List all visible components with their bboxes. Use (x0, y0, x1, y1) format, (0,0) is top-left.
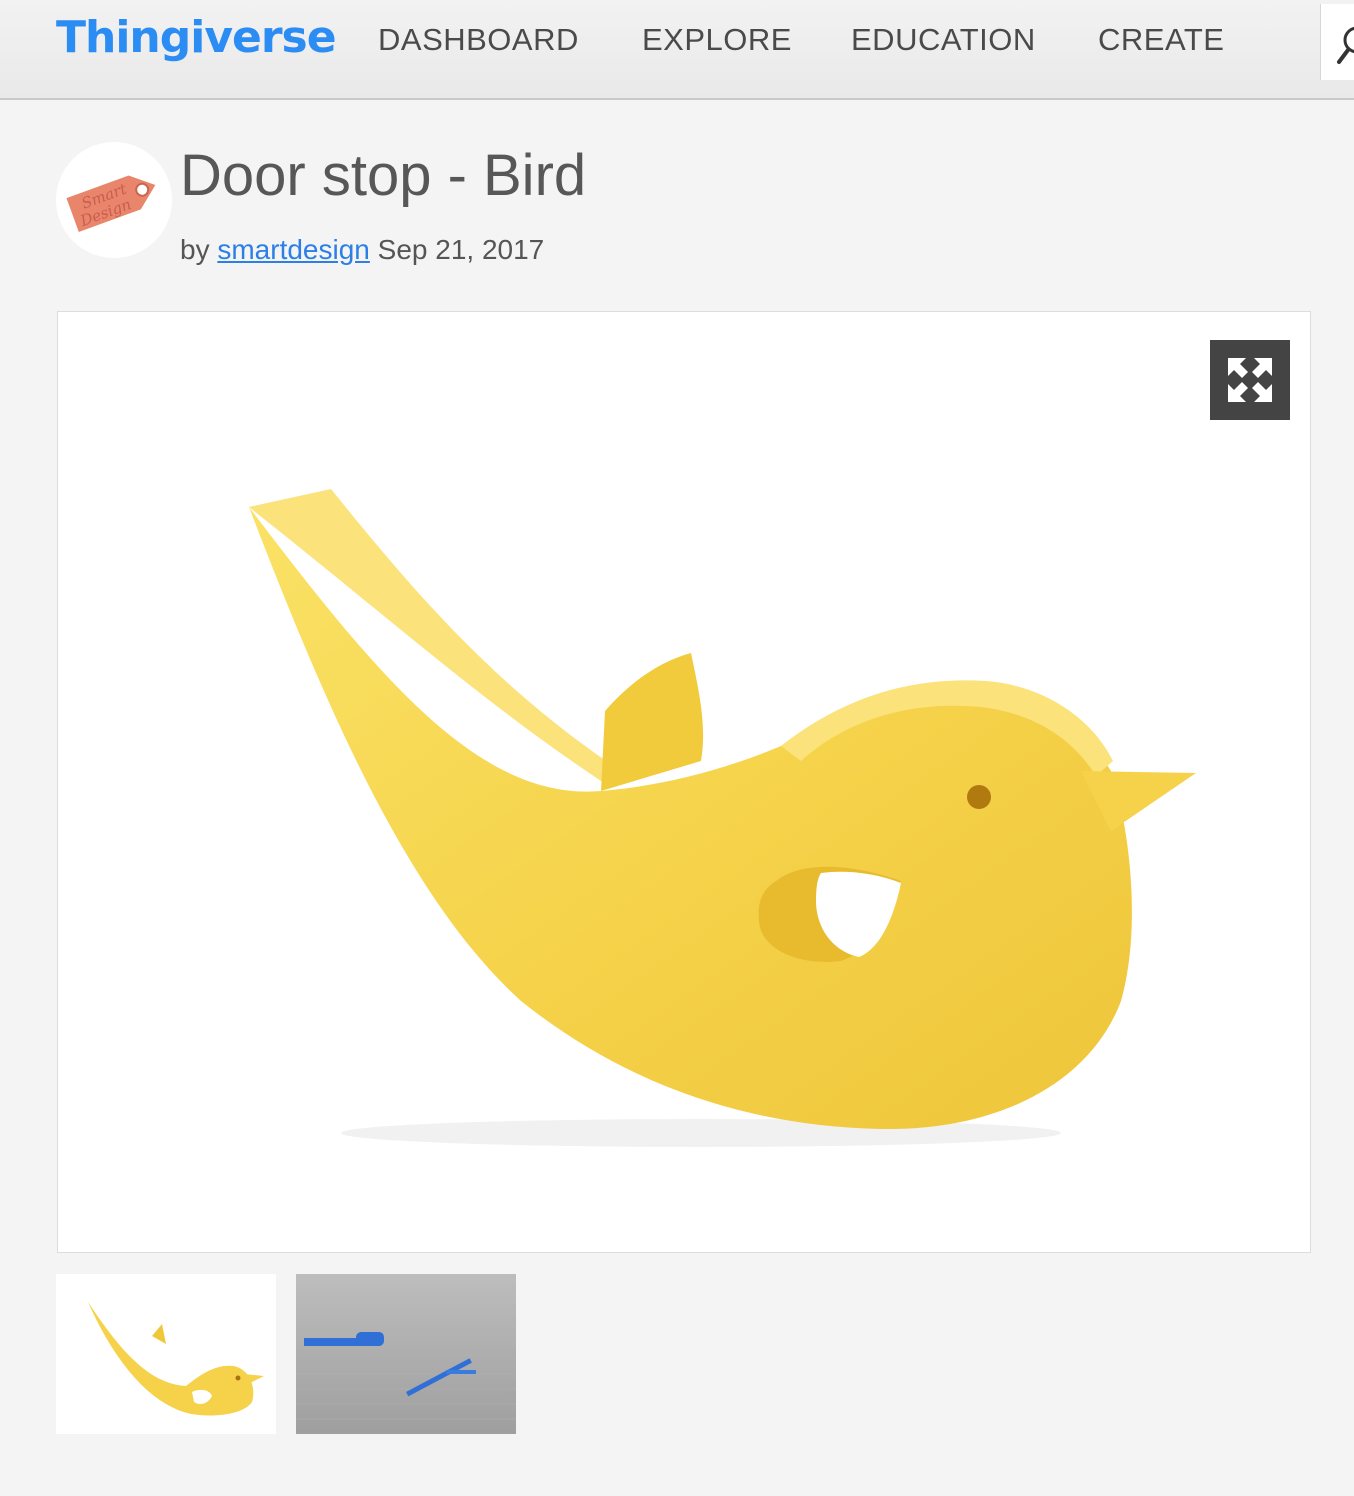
top-navbar: Thingiverse DASHBOARD EXPLORE EDUCATION … (0, 0, 1354, 100)
publish-date: Sep 21, 2017 (377, 234, 545, 265)
creator-avatar[interactable]: Smart Design (56, 142, 172, 258)
main-image-bird-doorstop (249, 489, 1196, 1147)
nav-explore[interactable]: EXPLORE (642, 22, 792, 58)
thumbnail-bird-image (88, 1302, 264, 1416)
expand-button[interactable] (1210, 340, 1290, 420)
thing-title: Door stop - Bird (180, 143, 587, 208)
nav-dashboard[interactable]: DASHBOARD (378, 22, 579, 58)
expand-icon (1228, 358, 1272, 402)
nav-education[interactable]: EDUCATION (851, 22, 1036, 58)
thumbnail-1[interactable] (56, 1274, 276, 1434)
thingiverse-logo[interactable]: Thingiverse (56, 12, 337, 63)
thumbnail-print-layout-image (296, 1332, 516, 1420)
thumbnail-2[interactable] (296, 1274, 516, 1434)
byline: by smartdesign Sep 21, 2017 (180, 234, 544, 266)
search-icon (1337, 26, 1354, 64)
author-link[interactable]: smartdesign (217, 234, 370, 265)
smart-design-logo: Smart Design (66, 175, 156, 232)
search-button[interactable] (1320, 4, 1354, 80)
by-label: by (180, 234, 210, 265)
main-image-viewer[interactable] (57, 311, 1311, 1253)
nav-create[interactable]: CREATE (1098, 22, 1224, 58)
